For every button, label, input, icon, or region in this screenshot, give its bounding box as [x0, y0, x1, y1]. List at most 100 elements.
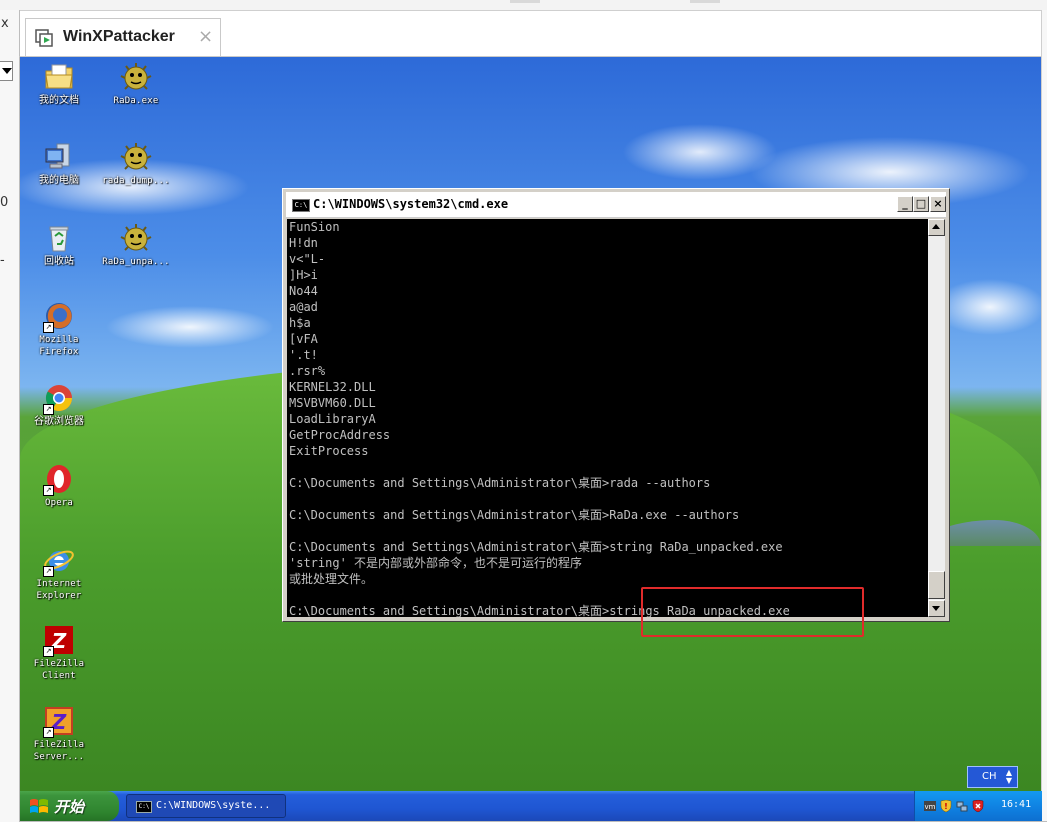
icon-label: rada_dump...	[102, 176, 170, 186]
cmd-task-icon: C:\	[136, 801, 152, 813]
system-tray: vm ! 16:41	[914, 791, 1042, 821]
icon-label: 我的电脑	[39, 175, 79, 186]
cmd-window[interactable]: C:\ C:\WINDOWS\system32\cmd.exe _ □ × Fu…	[282, 188, 950, 622]
vm-tab[interactable]: WinXPattacker ×	[25, 18, 221, 56]
rada-exe-shortcut[interactable]: RaDa.exe	[100, 61, 172, 107]
console-line: 或批处理文件。	[289, 572, 374, 586]
scroll-thumb[interactable]	[928, 571, 945, 599]
host-left-panel: x 0 -	[0, 10, 20, 822]
maximize-button[interactable]: □	[913, 196, 929, 212]
taskbar-item-cmd[interactable]: C:\ C:\WINDOWS\syste...	[126, 794, 286, 818]
filezilla-server-shortcut[interactable]: Z ↗ FileZilla Server...	[23, 705, 95, 763]
console-line: C:\Documents and Settings\Administrator\…	[289, 540, 783, 554]
console-line: a@ad	[289, 300, 318, 314]
vm-tab-title: WinXPattacker	[63, 28, 175, 45]
host-close-icon[interactable]: x	[1, 16, 9, 31]
highlight-box	[641, 587, 864, 637]
host-left-fragment: -	[0, 253, 5, 268]
console-line: ]H>i	[289, 268, 318, 282]
icon-label: Internet Explorer	[36, 579, 82, 601]
taskbar-item-label: C:\WINDOWS\syste...	[156, 800, 271, 811]
icon-label: RaDa_unpa...	[102, 257, 170, 267]
icon-label: FileZilla Client	[33, 659, 85, 681]
chrome-shortcut[interactable]: ↗ 谷歌浏览器	[23, 382, 95, 428]
my-computer-shortcut[interactable]: 我的电脑	[23, 141, 95, 187]
my-computer-icon	[45, 143, 70, 169]
cmd-icon: C:\	[292, 199, 310, 212]
console-line: [vFA	[289, 332, 318, 346]
shortcut-arrow-icon: ↗	[43, 485, 54, 496]
minimize-button[interactable]: _	[897, 196, 913, 212]
svg-text:vm: vm	[925, 803, 936, 811]
host-top-bar	[0, 0, 1047, 11]
icon-label: FileZilla Server...	[33, 740, 85, 762]
console-line: LoadLibraryA	[289, 412, 376, 426]
my-documents-shortcut[interactable]: 我的文档	[23, 61, 95, 107]
network-icon[interactable]	[956, 800, 968, 812]
vmware-tools-icon[interactable]: vm	[924, 800, 936, 812]
rada-dump-icon	[120, 143, 152, 170]
rada-unpacked-shortcut[interactable]: RaDa_unpa...	[100, 222, 172, 268]
icon-label: 我的文档	[39, 95, 79, 106]
console-line: H!dn	[289, 236, 318, 250]
taskbar: 开始 C:\ C:\WINDOWS\syste... vm ! 16:41	[20, 791, 1042, 821]
cmd-title: C:\WINDOWS\system32\cmd.exe	[313, 197, 509, 211]
icon-label: 谷歌浏览器	[34, 416, 84, 427]
start-label: 开始	[54, 798, 85, 816]
my-documents-icon	[45, 64, 73, 89]
scroll-up-button[interactable]	[928, 219, 945, 236]
cmd-scrollbar[interactable]	[928, 219, 945, 617]
ime-spinner-icon[interactable]: ▲ ▼	[1006, 769, 1012, 785]
host-toolbar-stub	[690, 0, 720, 3]
ie-shortcut[interactable]: ↗ Internet Explorer	[23, 544, 95, 602]
shortcut-arrow-icon: ↗	[43, 404, 54, 415]
console-line: '.t!	[289, 348, 318, 362]
shortcut-arrow-icon: ↗	[43, 646, 54, 657]
vm-icon	[35, 29, 53, 47]
shortcut-arrow-icon: ↗	[43, 727, 54, 738]
scroll-down-button[interactable]	[928, 600, 945, 617]
ime-label: CH	[982, 771, 997, 782]
svg-text:!: !	[944, 802, 948, 811]
cmd-titlebar[interactable]: C:\ C:\WINDOWS\system32\cmd.exe _ □ ×	[286, 192, 946, 218]
firefox-shortcut[interactable]: ↗ Mozilla Firefox	[23, 300, 95, 358]
rada-unpacked-icon	[120, 224, 152, 251]
console-line: ExitProcess	[289, 444, 369, 458]
close-button[interactable]: ×	[930, 196, 946, 212]
console-line: FunSion	[289, 220, 340, 234]
opera-shortcut[interactable]: ↗ Opera	[23, 463, 95, 509]
rada-exe-icon	[120, 63, 152, 90]
host-left-fragment: 0	[0, 195, 9, 210]
console-line: v<"L-	[289, 252, 326, 266]
console-line: C:\Documents and Settings\Administrator\…	[289, 508, 740, 522]
shield-icon[interactable]	[972, 800, 984, 812]
windows-flag-icon	[30, 799, 48, 813]
recycle-bin-icon	[49, 226, 69, 252]
security-alert-icon[interactable]: !	[940, 800, 952, 812]
console-line: 'string' 不是内部或外部命令，也不是可运行的程序	[289, 556, 583, 570]
icon-label: Opera	[44, 498, 74, 508]
ime-indicator[interactable]: CH ▲ ▼	[967, 766, 1018, 788]
console-line: C:\Documents and Settings\Administrator\…	[289, 476, 711, 490]
console-line: h$a	[289, 316, 311, 330]
icon-label: 回收站	[44, 256, 74, 267]
filezilla-client-shortcut[interactable]: Z ↗ FileZilla Client	[23, 624, 95, 682]
cmd-console-output[interactable]: FunSion H!dn v<"L- ]H>i No44 a@ad h$a [vFA '.t!.…	[287, 219, 928, 617]
host-dropdown-button[interactable]	[0, 61, 13, 81]
console-line: .rsr%	[289, 364, 326, 378]
host-right-panel	[1041, 10, 1047, 822]
vm-tab-close-icon[interactable]: ×	[198, 26, 213, 47]
rada-dump-shortcut[interactable]: rada_dump...	[100, 141, 172, 187]
console-line: No44	[289, 284, 318, 298]
console-line: MSVBVM60.DLL	[289, 396, 376, 410]
icon-label: Mozilla Firefox	[39, 335, 79, 357]
shortcut-arrow-icon: ↗	[43, 322, 54, 333]
start-button[interactable]: 开始	[20, 791, 119, 821]
console-line: GetProcAddress	[289, 428, 391, 442]
host-toolbar-stub	[510, 0, 540, 3]
console-line: KERNEL32.DLL	[289, 380, 376, 394]
recycle-bin-shortcut[interactable]: 回收站	[23, 222, 95, 268]
